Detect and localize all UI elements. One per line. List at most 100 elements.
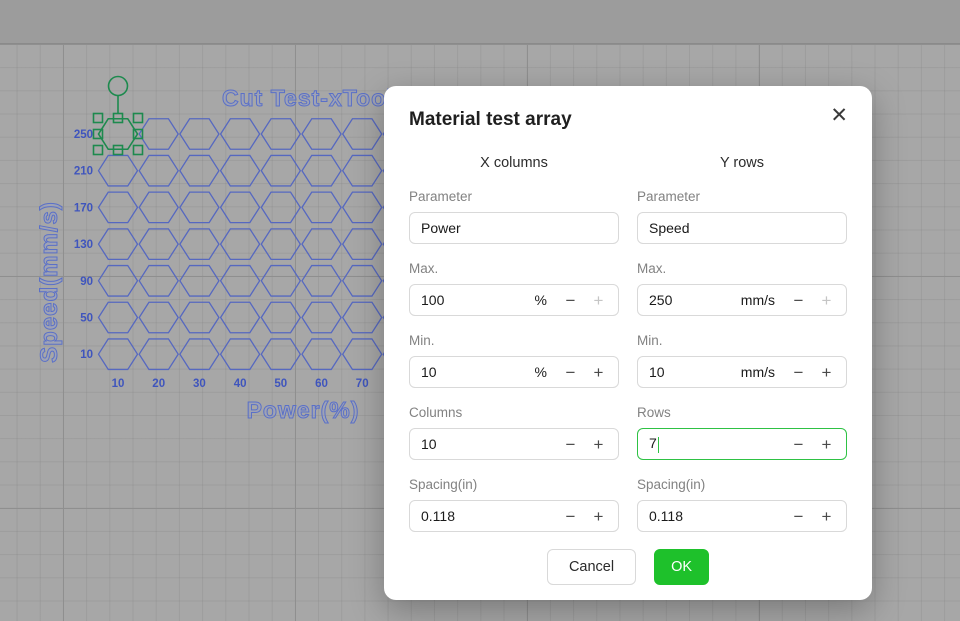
dialog-title: Material test array bbox=[409, 108, 847, 132]
hexagon-shape[interactable] bbox=[180, 339, 219, 370]
min-label-x: Min. bbox=[409, 333, 619, 349]
increment-icon[interactable]: + bbox=[818, 436, 835, 453]
hexagon-shape[interactable] bbox=[180, 192, 219, 223]
hexagon-shape[interactable] bbox=[221, 155, 260, 186]
y-tick-label: 170 bbox=[74, 202, 93, 214]
hexagon-shape[interactable] bbox=[261, 229, 300, 260]
hexagon-shape[interactable] bbox=[343, 302, 382, 333]
x-tick-label: 60 bbox=[315, 378, 328, 390]
decrement-icon[interactable]: − bbox=[790, 508, 807, 525]
material-test-array-dialog: Material test array ✕ X columns Y rows P… bbox=[384, 86, 872, 600]
hexagon-shape[interactable] bbox=[180, 302, 219, 333]
hexagon-shape[interactable] bbox=[139, 266, 178, 297]
hexagon-shape[interactable] bbox=[99, 192, 138, 223]
hexagon-shape[interactable] bbox=[99, 302, 138, 333]
spacing-input-x[interactable]: 0.118 − + bbox=[409, 500, 619, 532]
y-tick-label: 250 bbox=[74, 129, 93, 141]
parameter-input-x[interactable]: Power bbox=[409, 212, 619, 244]
hexagon-shape[interactable] bbox=[139, 229, 178, 260]
hexagon-shape[interactable] bbox=[221, 192, 260, 223]
y-tick-label: 90 bbox=[80, 276, 93, 288]
decrement-icon[interactable]: − bbox=[562, 436, 579, 453]
hexagon-shape[interactable] bbox=[99, 339, 138, 370]
y-tick-label: 10 bbox=[80, 349, 93, 361]
increment-icon[interactable]: + bbox=[590, 436, 607, 453]
hexagon-shape[interactable] bbox=[221, 302, 260, 333]
hexagon-shape[interactable] bbox=[261, 339, 300, 370]
max-label-x: Max. bbox=[409, 261, 619, 277]
hexagon-shape[interactable] bbox=[302, 229, 341, 260]
hexagon-shape[interactable] bbox=[180, 266, 219, 297]
hexagon-shape[interactable] bbox=[180, 229, 219, 260]
x-tick-label: 10 bbox=[112, 378, 125, 390]
hexagon-shape[interactable] bbox=[261, 302, 300, 333]
hexagon-shape[interactable] bbox=[180, 155, 219, 186]
hexagon-shape[interactable] bbox=[343, 192, 382, 223]
hexagon-shape[interactable] bbox=[139, 119, 178, 150]
hexagon-shape[interactable] bbox=[302, 119, 341, 150]
hexagon-shape[interactable] bbox=[261, 155, 300, 186]
decrement-icon[interactable]: − bbox=[562, 508, 579, 525]
text-cursor bbox=[658, 437, 660, 453]
increment-icon[interactable]: + bbox=[590, 364, 607, 381]
columns-input[interactable]: 10 − + bbox=[409, 428, 619, 460]
spacing-label-y: Spacing(in) bbox=[637, 477, 847, 493]
decrement-icon[interactable]: − bbox=[790, 292, 807, 309]
increment-icon[interactable]: + bbox=[818, 508, 835, 525]
spacing-label-x: Spacing(in) bbox=[409, 477, 619, 493]
hexagon-shape[interactable] bbox=[139, 155, 178, 186]
hexagon-shape[interactable] bbox=[302, 266, 341, 297]
spacing-input-y[interactable]: 0.118 − + bbox=[637, 500, 847, 532]
hexagon-shape[interactable] bbox=[343, 155, 382, 186]
hexagon-shape[interactable] bbox=[261, 192, 300, 223]
increment-icon[interactable]: + bbox=[590, 292, 607, 309]
hexagon-shape[interactable] bbox=[261, 266, 300, 297]
parameter-input-y[interactable]: Speed bbox=[637, 212, 847, 244]
hexagon-shape[interactable] bbox=[343, 266, 382, 297]
hexagon-shape[interactable] bbox=[343, 229, 382, 260]
cancel-button[interactable]: Cancel bbox=[547, 549, 636, 585]
hexagon-shape[interactable] bbox=[261, 119, 300, 150]
hexagon-shape[interactable] bbox=[302, 302, 341, 333]
hexagon-shape[interactable] bbox=[139, 302, 178, 333]
min-input-x[interactable]: 10 % − + bbox=[409, 356, 619, 388]
selection-handle-nw[interactable] bbox=[94, 114, 103, 123]
selection-handle-se[interactable] bbox=[134, 146, 143, 155]
max-input-x[interactable]: 100 % − + bbox=[409, 284, 619, 316]
hexagon-shape[interactable] bbox=[221, 266, 260, 297]
hexagon-shape[interactable] bbox=[221, 119, 260, 150]
min-input-y[interactable]: 10 mm/s − + bbox=[637, 356, 847, 388]
hexagon-shape[interactable] bbox=[221, 229, 260, 260]
max-input-y[interactable]: 250 mm/s − + bbox=[637, 284, 847, 316]
hexagon-shape[interactable] bbox=[99, 229, 138, 260]
hexagon-shape[interactable] bbox=[99, 266, 138, 297]
selection-handle-sw[interactable] bbox=[94, 146, 103, 155]
decrement-icon[interactable]: − bbox=[562, 292, 579, 309]
decrement-icon[interactable]: − bbox=[790, 436, 807, 453]
close-icon[interactable]: ✕ bbox=[830, 105, 848, 127]
decrement-icon[interactable]: − bbox=[562, 364, 579, 381]
selected-hexagon-group[interactable] bbox=[94, 77, 143, 155]
x-axis-label: Power(%) bbox=[247, 397, 360, 423]
hexagon-shape[interactable] bbox=[221, 339, 260, 370]
hexagon-shape[interactable] bbox=[302, 155, 341, 186]
selected-hexagon-shape[interactable] bbox=[99, 119, 138, 150]
ok-button[interactable]: OK bbox=[654, 549, 709, 585]
hexagon-shape[interactable] bbox=[302, 339, 341, 370]
rows-input[interactable]: 7 − + bbox=[637, 428, 847, 460]
increment-icon[interactable]: + bbox=[590, 508, 607, 525]
increment-icon[interactable]: + bbox=[818, 364, 835, 381]
hexagon-shape[interactable] bbox=[302, 192, 341, 223]
hexagon-shape[interactable] bbox=[180, 119, 219, 150]
hexagon-shape[interactable] bbox=[139, 192, 178, 223]
y-tick-label: 50 bbox=[80, 313, 93, 325]
x-tick-label: 50 bbox=[274, 378, 287, 390]
hexagon-shape[interactable] bbox=[99, 155, 138, 186]
rotation-handle[interactable] bbox=[109, 77, 128, 96]
selection-handle-ne[interactable] bbox=[134, 114, 143, 123]
decrement-icon[interactable]: − bbox=[790, 364, 807, 381]
hexagon-shape[interactable] bbox=[343, 119, 382, 150]
hexagon-shape[interactable] bbox=[343, 339, 382, 370]
hexagon-shape[interactable] bbox=[139, 339, 178, 370]
increment-icon[interactable]: + bbox=[818, 292, 835, 309]
